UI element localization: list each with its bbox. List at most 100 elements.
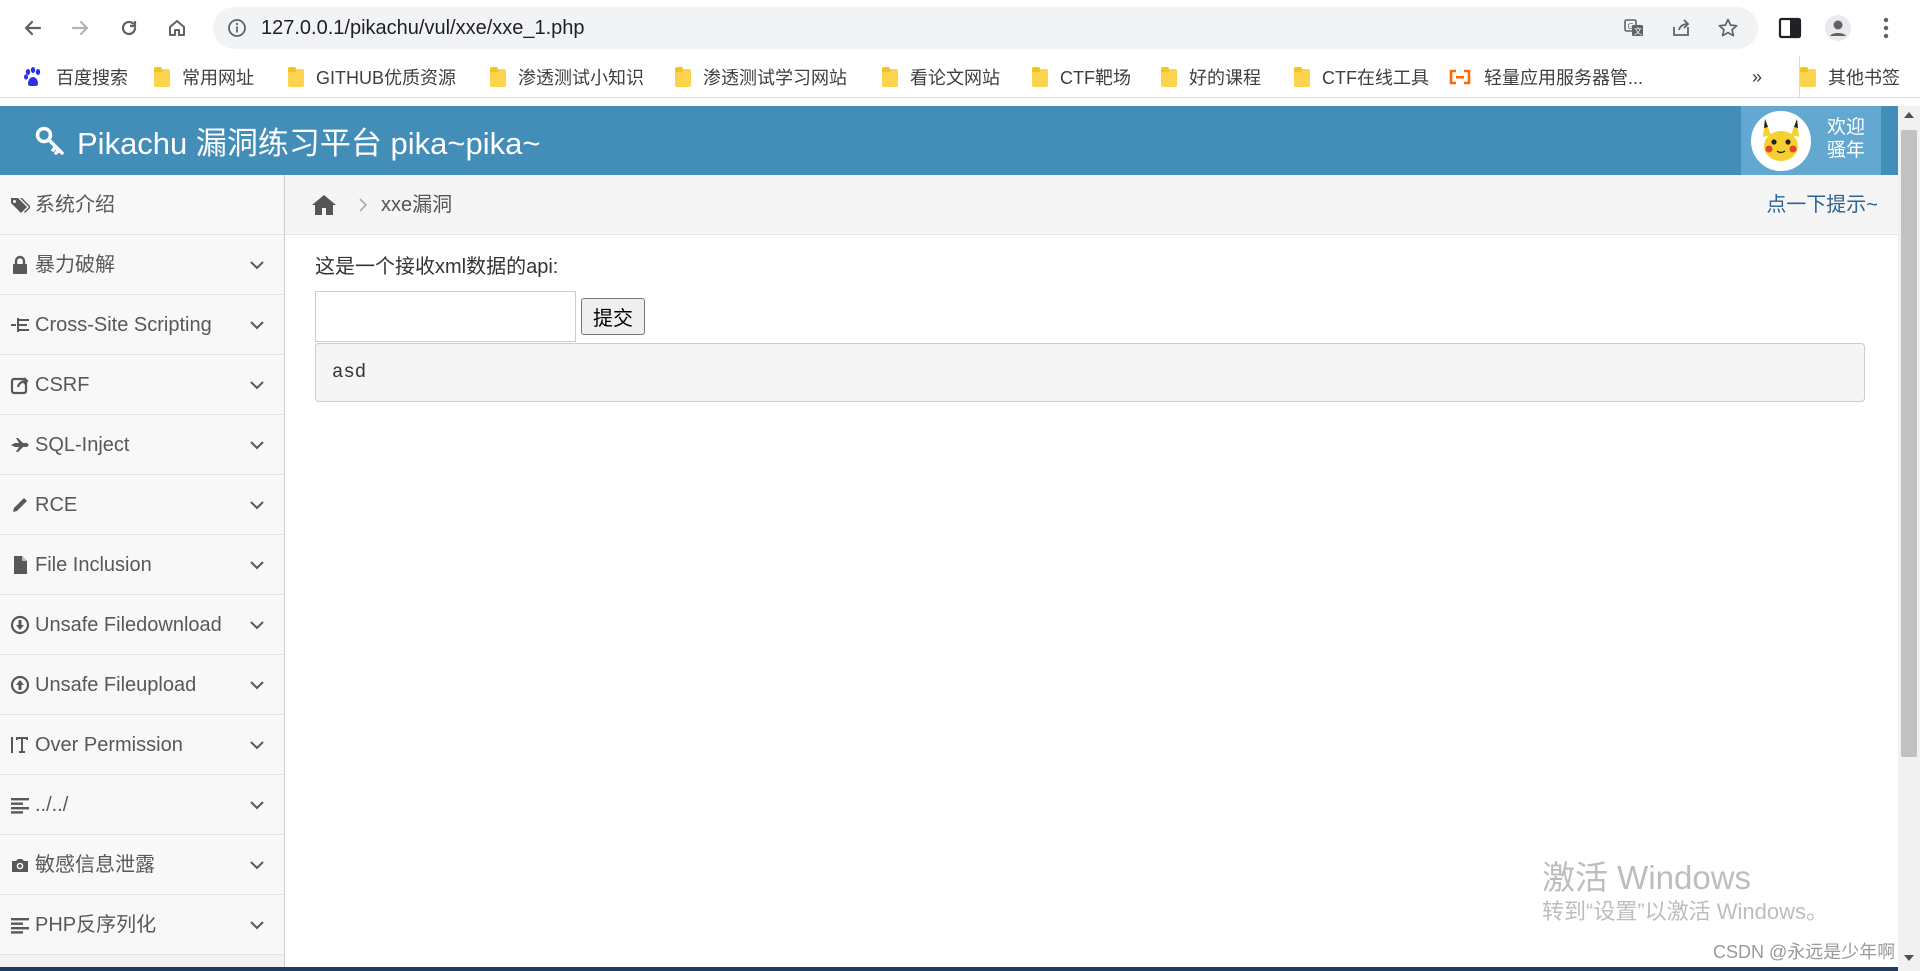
back-button[interactable] xyxy=(15,10,51,46)
welcome-line: 欢迎 xyxy=(1827,117,1866,138)
other-bookmarks-folder[interactable]: 其他书签 xyxy=(1799,56,1900,98)
sidebar-item-dir-traversal[interactable]: ../../ xyxy=(0,775,284,835)
bookmark-label: 轻量应用服务器管... xyxy=(1484,68,1644,88)
bookmark-item[interactable]: 百度搜索 xyxy=(22,56,128,98)
sidebar-item-label: 敏感信息泄露 xyxy=(35,854,155,876)
site-info-icon[interactable] xyxy=(227,18,247,38)
taskbar-edge xyxy=(0,967,1898,971)
sidebar-item-csrf[interactable]: CSRF xyxy=(0,355,284,415)
reload-icon xyxy=(121,20,137,36)
page-scrollbar[interactable] xyxy=(1898,106,1920,971)
sidebar-item-label: Cross-Site Scripting xyxy=(35,314,212,336)
address-bar[interactable]: 127.0.0.1/pikachu/vul/xxe/xxe_1.php G文 xyxy=(213,7,1758,49)
folder-icon xyxy=(882,67,898,87)
key-icon xyxy=(35,126,64,155)
bookmark-folder[interactable]: 常用网址 xyxy=(154,56,254,98)
home-button[interactable] xyxy=(159,10,195,46)
sidebar-item-over-permission[interactable]: Over Permission xyxy=(0,715,284,775)
result-text: asd xyxy=(332,361,367,383)
submit-button[interactable]: 提交 xyxy=(581,298,645,335)
align-left-icon xyxy=(11,918,29,934)
bookmark-folder[interactable]: 看论文网站 xyxy=(882,56,1000,98)
folder-icon xyxy=(1294,67,1310,87)
sidebar-item-intro[interactable]: 系统介绍 xyxy=(0,175,284,235)
side-panel-icon[interactable] xyxy=(1776,14,1804,42)
chevron-down-icon xyxy=(250,861,264,870)
sidebar-item-rce[interactable]: RCE xyxy=(0,475,284,535)
welcome-text: 欢迎 骚年 xyxy=(1827,116,1865,162)
welcome-name: 骚年 xyxy=(1827,140,1866,161)
bookmark-label: 看论文网站 xyxy=(910,68,1000,88)
sidebar-item-php-unserialize[interactable]: PHP反序列化 xyxy=(0,895,284,955)
chevron-down-icon xyxy=(250,561,264,570)
sidebar-item-label: 暴力破解 xyxy=(35,254,115,276)
chevron-down-icon xyxy=(250,441,264,450)
bookmark-item[interactable]: 轻量应用服务器管... xyxy=(1448,56,1643,98)
windows-activation-subtitle: 转到“设置”以激活 Windows。 xyxy=(1542,899,1829,924)
scroll-down-arrow-icon[interactable] xyxy=(1903,953,1915,963)
lock-icon xyxy=(13,255,27,274)
bookmarks-overflow[interactable]: » xyxy=(1752,56,1762,98)
sidebar: 系统介绍 暴力破解 Cross-Site Scripting CSRF SQL-… xyxy=(0,175,285,971)
chevron-down-icon xyxy=(250,741,264,750)
bookmark-folder[interactable]: GITHUB优质资源 xyxy=(288,56,456,98)
chevron-down-icon xyxy=(250,921,264,930)
bookmark-label: CTF在线工具 xyxy=(1322,68,1429,88)
bookmark-folder[interactable]: 渗透测试小知识 xyxy=(490,56,644,98)
hint-link[interactable]: 点一下提示~ xyxy=(1766,175,1878,235)
baidu-paw-icon xyxy=(22,66,44,88)
sidebar-item-label: 系统介绍 xyxy=(35,194,115,216)
reload-button[interactable] xyxy=(111,10,147,46)
pencil-icon xyxy=(13,498,27,512)
bookmark-label: 好的课程 xyxy=(1189,68,1261,88)
home-outline-icon xyxy=(169,20,185,36)
svg-text:文: 文 xyxy=(1634,26,1642,36)
sidebar-item-label: Unsafe Fileupload xyxy=(35,674,197,696)
csdn-watermark: CSDN @永远是少年啊 xyxy=(1713,942,1896,962)
kebab-menu-icon[interactable] xyxy=(1872,14,1900,42)
chevron-down-icon xyxy=(250,801,264,810)
user-menu[interactable]: 欢迎 骚年 xyxy=(1741,106,1881,175)
bookmark-folder[interactable]: CTF在线工具 xyxy=(1294,56,1429,98)
breadcrumb-current: xxe漏洞 xyxy=(381,194,453,216)
sidebar-item-xss[interactable]: Cross-Site Scripting xyxy=(0,295,284,355)
sidebar-item-label: CSRF xyxy=(35,374,90,396)
home-icon[interactable] xyxy=(311,193,337,217)
folder-icon xyxy=(288,67,304,87)
chevron-right-icon xyxy=(359,198,368,212)
scrollbar-thumb[interactable] xyxy=(1901,130,1917,757)
sidebar-item-unsafe-fileupload[interactable]: Unsafe Fileupload xyxy=(0,655,284,715)
url-text[interactable]: 127.0.0.1/pikachu/vul/xxe/xxe_1.php xyxy=(261,7,585,49)
bookmark-folder[interactable]: 渗透测试学习网站 xyxy=(675,56,847,98)
sidebar-item-unsafe-filedownload[interactable]: Unsafe Filedownload xyxy=(0,595,284,655)
result-box: asd xyxy=(315,343,1865,402)
forward-button[interactable] xyxy=(62,10,98,46)
sidebar-item-info-leak[interactable]: 敏感信息泄露 xyxy=(0,835,284,895)
browser-toolbar: 127.0.0.1/pikachu/vul/xxe/xxe_1.php G文 xyxy=(0,0,1920,56)
sidebar-item-file-inclusion[interactable]: File Inclusion xyxy=(0,535,284,595)
sidebar-item-brute-force[interactable]: 暴力破解 xyxy=(0,235,284,295)
align-left-icon xyxy=(11,798,29,814)
xml-input[interactable] xyxy=(315,291,576,342)
share-icon xyxy=(10,377,29,395)
fighter-jet-icon xyxy=(11,438,29,452)
profile-avatar-icon[interactable] xyxy=(1824,14,1852,42)
tags-icon xyxy=(11,198,30,213)
brand-title: Pikachu 漏洞练习平台 pika~pika~ xyxy=(77,126,541,161)
bookmark-folder[interactable]: CTF靶场 xyxy=(1032,56,1131,98)
aliyun-icon xyxy=(1448,68,1472,86)
share-page-icon[interactable] xyxy=(1670,17,1692,39)
bookmark-star-icon[interactable] xyxy=(1717,17,1739,39)
sidebar-item-label: ../../ xyxy=(35,794,69,816)
folder-icon xyxy=(154,67,170,87)
sidebar-item-label: Unsafe Filedownload xyxy=(35,614,222,636)
translate-icon[interactable]: G文 xyxy=(1623,17,1645,39)
scroll-up-arrow-icon[interactable] xyxy=(1903,110,1915,120)
sidebar-item-sql-inject[interactable]: SQL-Inject xyxy=(0,415,284,475)
brand[interactable]: Pikachu 漏洞练习平台 pika~pika~ xyxy=(35,106,540,175)
api-description: 这是一个接收xml数据的api: xyxy=(315,256,559,278)
folder-icon xyxy=(1161,67,1177,87)
sidebar-item-label: RCE xyxy=(35,494,78,516)
bookmark-folder[interactable]: 好的课程 xyxy=(1161,56,1261,98)
text-height-icon xyxy=(11,737,28,753)
